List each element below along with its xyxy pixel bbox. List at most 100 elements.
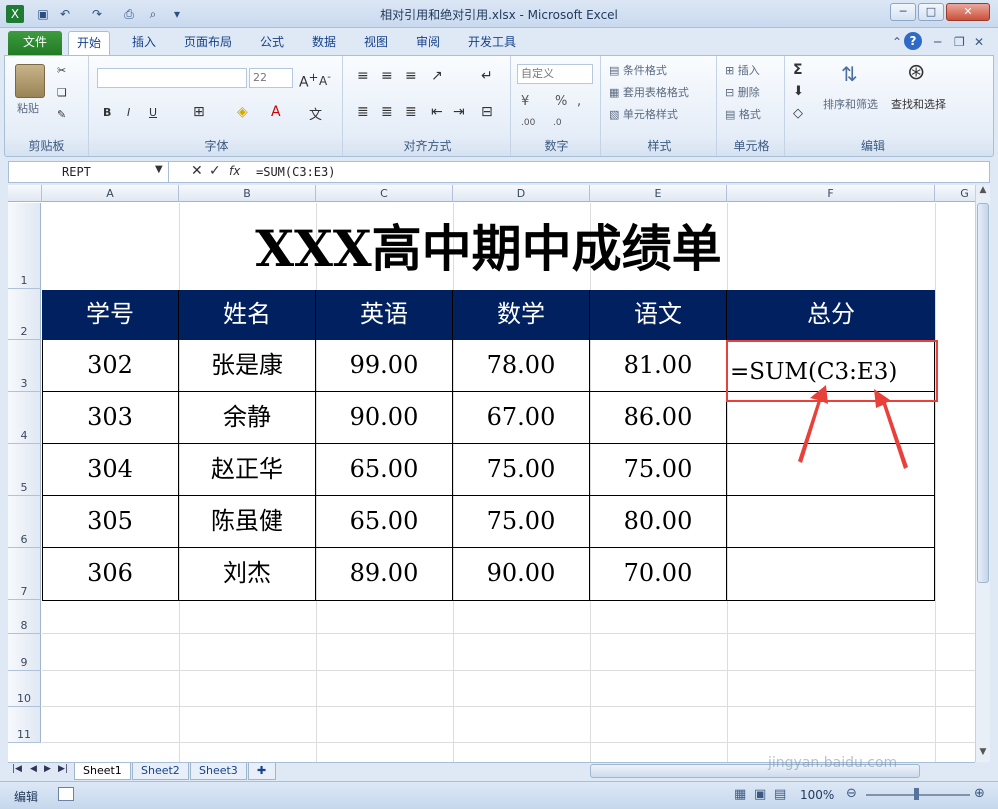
cut-icon[interactable]: ✂ xyxy=(57,64,66,77)
orientation-icon[interactable]: ↗ xyxy=(431,68,443,84)
minimize-button[interactable]: ─ xyxy=(890,3,916,21)
col-header-c[interactable]: C xyxy=(316,185,453,202)
underline-icon[interactable]: U xyxy=(149,106,157,119)
formula-input[interactable]: =SUM(C3:E3) xyxy=(256,162,335,182)
cell-chinese[interactable]: 70.00 xyxy=(590,548,727,601)
macro-record-icon[interactable] xyxy=(58,787,74,801)
cell-student-id[interactable]: 302 xyxy=(42,340,179,392)
cell-styles-button[interactable]: ▧ 单元格样式 xyxy=(609,106,678,122)
align-middle-icon[interactable]: ≡ xyxy=(381,68,393,84)
close-button[interactable]: ✕ xyxy=(946,3,990,21)
row-header-5[interactable]: 5 xyxy=(8,444,41,496)
row-header-1[interactable]: 1 xyxy=(8,203,41,289)
next-sheet-icon[interactable]: ▶ xyxy=(44,764,51,774)
tab-view[interactable]: 视图 xyxy=(356,31,396,55)
header-english[interactable]: 英语 xyxy=(316,290,453,340)
format-as-table-button[interactable]: ▦ 套用表格格式 xyxy=(609,84,689,100)
tab-insert[interactable]: 插入 xyxy=(124,31,164,55)
copy-icon[interactable]: ❏ xyxy=(57,86,67,99)
cell-student-id[interactable]: 305 xyxy=(42,496,179,548)
phonetic-icon[interactable]: 文 xyxy=(309,104,322,123)
col-header-d[interactable]: D xyxy=(453,185,590,202)
format-painter-icon[interactable]: ✎ xyxy=(57,108,66,121)
scroll-up-icon[interactable]: ▲ xyxy=(977,185,989,199)
header-student-id[interactable]: 学号 xyxy=(42,290,179,340)
insert-cells-button[interactable]: ⊞ 插入 xyxy=(725,62,760,78)
col-header-f[interactable]: F xyxy=(727,185,935,202)
decrease-decimal-icon[interactable]: .0 xyxy=(553,118,562,128)
tab-formulas[interactable]: 公式 xyxy=(252,31,292,55)
fill-icon[interactable]: ⬇ xyxy=(793,84,804,99)
sheet-tab-1[interactable]: Sheet1 xyxy=(74,763,131,780)
sort-filter-icon[interactable]: ⇅ xyxy=(841,62,869,92)
name-box-dropdown-icon[interactable]: ▼ xyxy=(155,164,163,175)
decrease-indent-icon[interactable]: ⇤ xyxy=(431,104,443,120)
cell-chinese[interactable]: 81.00 xyxy=(590,340,727,392)
vertical-scrollbar[interactable]: ▲ ▼ xyxy=(975,185,990,762)
delete-cells-button[interactable]: ⊟ 删除 xyxy=(725,84,760,100)
font-color-icon[interactable]: A xyxy=(271,104,281,120)
shrink-font-icon[interactable]: A- xyxy=(319,72,331,88)
align-right-icon[interactable]: ≣ xyxy=(405,104,417,120)
header-name[interactable]: 姓名 xyxy=(179,290,316,340)
row-header-8[interactable]: 8 xyxy=(8,600,41,634)
row-header-6[interactable]: 6 xyxy=(8,496,41,548)
row-header-3[interactable]: 3 xyxy=(8,340,41,392)
sheet-tab-2[interactable]: Sheet2 xyxy=(132,763,189,780)
autosum-icon[interactable]: Σ xyxy=(793,62,803,78)
tab-data[interactable]: 数据 xyxy=(304,31,344,55)
insert-function-icon[interactable]: fx xyxy=(229,164,240,178)
col-header-b[interactable]: B xyxy=(179,185,316,202)
wrap-text-icon[interactable]: ↵ xyxy=(481,68,493,84)
merge-center-icon[interactable]: ⊟ xyxy=(481,104,493,120)
tab-file[interactable]: 文件 xyxy=(8,31,62,55)
sheet-tab-3[interactable]: Sheet3 xyxy=(190,763,247,780)
row-header-10[interactable]: 10 xyxy=(8,671,41,707)
cancel-entry-icon[interactable]: ✕ xyxy=(191,163,203,179)
help-icon[interactable]: ? xyxy=(904,32,922,50)
cell-english[interactable]: 65.00 xyxy=(316,444,453,496)
increase-decimal-icon[interactable]: .00 xyxy=(521,118,535,128)
sort-filter-label[interactable]: 排序和筛选 xyxy=(823,96,878,112)
worksheet-grid[interactable]: A B C D E F G 1 2 3 4 5 6 7 8 9 10 11 XX… xyxy=(8,185,975,762)
prev-sheet-icon[interactable]: ◀ xyxy=(30,764,37,774)
cell-student-id[interactable]: 304 xyxy=(42,444,179,496)
tab-review[interactable]: 审阅 xyxy=(408,31,448,55)
col-header-e[interactable]: E xyxy=(590,185,727,202)
percent-icon[interactable]: % xyxy=(555,94,567,109)
header-total[interactable]: 总分 xyxy=(727,290,935,340)
increase-indent-icon[interactable]: ⇥ xyxy=(453,104,465,120)
row-header-9[interactable]: 9 xyxy=(8,634,41,671)
col-header-g[interactable]: G xyxy=(935,185,975,202)
row-header-4[interactable]: 4 xyxy=(8,392,41,444)
font-name-input[interactable] xyxy=(97,68,247,88)
comma-icon[interactable]: , xyxy=(577,94,581,109)
workbook-close-icon[interactable]: ✕ xyxy=(966,31,992,55)
clear-icon[interactable]: ◇ xyxy=(793,106,803,121)
cell-math[interactable]: 78.00 xyxy=(453,340,590,392)
first-sheet-icon[interactable]: |◀ xyxy=(12,764,22,774)
cell-english[interactable]: 99.00 xyxy=(316,340,453,392)
scroll-down-icon[interactable]: ▼ xyxy=(977,747,989,761)
scroll-thumb[interactable] xyxy=(977,203,989,583)
find-select-label[interactable]: 查找和选择 xyxy=(891,96,946,112)
italic-icon[interactable]: I xyxy=(127,106,130,119)
font-size-input[interactable]: 22 xyxy=(249,68,293,88)
maximize-button[interactable]: □ xyxy=(918,3,944,21)
grow-font-icon[interactable]: A+ xyxy=(299,70,318,91)
tab-home[interactable]: 开始 xyxy=(68,31,111,55)
number-format-select[interactable]: 自定义 xyxy=(517,64,593,84)
binoculars-icon[interactable]: ⊛ xyxy=(907,60,935,90)
conditional-format-button[interactable]: ▤ 条件格式 xyxy=(609,62,667,78)
cell-name[interactable]: 赵正华 xyxy=(179,444,316,496)
zoom-in-icon[interactable]: ⊕ xyxy=(974,786,985,801)
paste-icon[interactable] xyxy=(15,64,45,98)
editing-cell-formula[interactable]: =SUM(C3:E3) xyxy=(730,359,897,385)
page-layout-view-icon[interactable]: ▣ xyxy=(754,787,766,802)
insert-sheet-icon[interactable]: ✚ xyxy=(248,763,276,780)
format-cells-button[interactable]: ▤ 格式 xyxy=(725,106,761,122)
row-header-2[interactable]: 2 xyxy=(8,289,41,340)
cell-student-id[interactable]: 303 xyxy=(42,392,179,444)
cell-name[interactable]: 余静 xyxy=(179,392,316,444)
row-header-7[interactable]: 7 xyxy=(8,548,41,600)
